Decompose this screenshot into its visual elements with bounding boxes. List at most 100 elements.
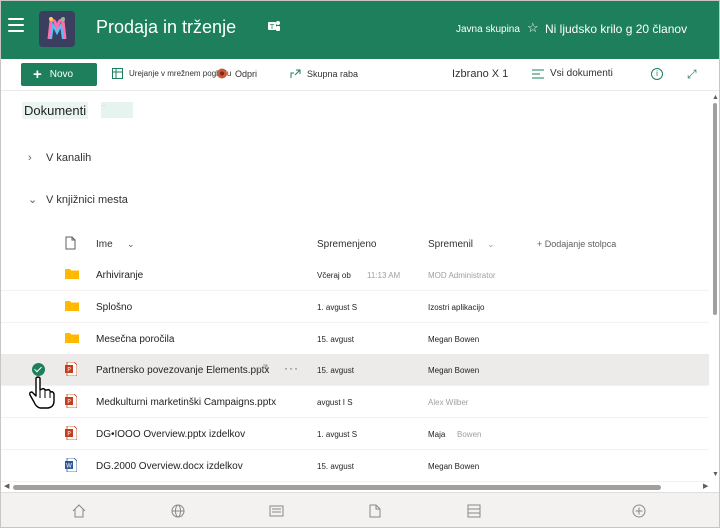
word-icon: W (65, 458, 77, 472)
table-row[interactable]: Arhiviranje Včeraj ob 11:13 AM MOD Admin… (1, 259, 709, 291)
list-icon (532, 69, 544, 78)
group-label: V knjižnici mesta (46, 193, 128, 206)
modified-by[interactable]: Maja (428, 430, 445, 439)
site-logo[interactable] (39, 11, 75, 47)
table-row[interactable]: W DG.2000 Overview.docx izdelkov 15. avg… (1, 450, 709, 482)
lists-icon[interactable] (467, 504, 481, 518)
open-icon (217, 68, 227, 79)
document-icon[interactable] (369, 504, 381, 518)
powerpoint-icon: P (65, 394, 77, 408)
modified-date: 1. avgust S (317, 430, 358, 439)
table-row[interactable]: Splošno 1. avgust S Izostri aplikacijo (1, 291, 709, 323)
add-icon[interactable] (632, 504, 646, 518)
chevron-down-icon[interactable]: ⌄ (127, 239, 135, 250)
file-name[interactable]: DG•IOOO Overview.pptx izdelkov (96, 429, 245, 440)
share-label: Skupna raba (307, 68, 359, 79)
chevron-right-icon: › (28, 152, 32, 164)
group-label: V kanalih (46, 152, 92, 164)
star-icon[interactable]: ☆ (527, 20, 539, 36)
modified-date: 15. avgust (317, 366, 354, 375)
bottom-navigation (1, 492, 719, 527)
share-button[interactable]: Skupna raba (290, 68, 358, 79)
column-name[interactable]: Ime (96, 239, 113, 250)
scrollbar-thumb[interactable] (713, 103, 717, 315)
site-header: Prodaja in trženje T Javna skupina ☆ Ni … (1, 1, 719, 59)
scroll-down-icon[interactable]: ▼ (712, 471, 719, 478)
powerpoint-icon: P (65, 426, 77, 440)
horizontal-scrollbar[interactable]: ◀ ▶ (1, 482, 719, 492)
vertical-scrollbar[interactable]: ▲ ▼ (709, 91, 719, 488)
new-button[interactable]: + Novo (21, 63, 97, 86)
news-icon[interactable] (269, 504, 284, 518)
modified-by[interactable]: Alex Wilber (428, 398, 468, 407)
scrollbar-thumb[interactable] (13, 485, 661, 490)
share-icon[interactable] (257, 363, 268, 374)
scroll-left-icon[interactable]: ◀ (4, 482, 9, 490)
svg-text:P: P (67, 367, 71, 374)
file-type-icon[interactable] (65, 236, 76, 250)
modified-by[interactable]: Megan Bowen (428, 366, 479, 375)
file-name[interactable]: DG.2000 Overview.docx izdelkov (96, 461, 243, 472)
folder-icon (65, 301, 79, 311)
table-row[interactable]: P Medkulturni marketinški Campaigns.pptx… (1, 386, 709, 418)
view-switcher[interactable]: Vsi dokumenti (532, 68, 613, 79)
modified-by[interactable]: Izostri aplikacijo (428, 303, 484, 312)
edit-grid-button[interactable]: Urejanje v mrežnem pogledu (112, 68, 231, 79)
file-name[interactable]: Medkulturni marketinški Campaigns.pptx (96, 397, 276, 408)
folder-icon (65, 269, 79, 279)
modified-by[interactable]: MOD Administrator (428, 271, 496, 280)
grid-icon (112, 68, 123, 79)
expand-icon[interactable]: ⤢ (687, 67, 697, 82)
file-name[interactable]: Partnersko povezovanje Elements.pptx (96, 365, 269, 376)
table-row[interactable]: P DG•IOOO Overview.pptx izdelkov 1. avgu… (1, 418, 709, 450)
modified-by[interactable]: Megan Bowen (428, 335, 479, 344)
view-label: Vsi dokumenti (550, 68, 613, 79)
scroll-up-icon[interactable]: ▲ (712, 94, 719, 101)
info-icon[interactable]: i (651, 68, 663, 80)
sharepoint-window: Prodaja in trženje T Javna skupina ☆ Ni … (0, 0, 720, 528)
teams-icon[interactable]: T (267, 19, 281, 33)
modified-date: 15. avgust (317, 335, 354, 344)
new-button-label: Novo (49, 69, 74, 80)
open-button[interactable]: Odpri (216, 68, 257, 79)
selected-count[interactable]: Izbrano X 1 (452, 68, 508, 80)
command-bar: + Novo Urejanje v mrežnem pogledu Odpri … (1, 59, 719, 91)
chevron-down-icon[interactable]: ⌄ (487, 239, 495, 250)
globe-icon[interactable] (171, 504, 185, 518)
group-visibility: Javna skupina (456, 24, 520, 35)
share-icon (290, 69, 301, 78)
library-title[interactable]: Dokumenti (22, 102, 89, 119)
modified-date: 15. avgust (317, 462, 354, 471)
modified-date: 1. avgust S (317, 303, 358, 312)
column-header-row: Ime ⌄ Spremenjeno Spremenil ⌄ + Dodajanj… (1, 233, 709, 257)
column-add[interactable]: + Dodajanje stolpca (537, 239, 616, 249)
members-count[interactable]: Ni ljudsko krilo g 20 članov (545, 22, 687, 36)
site-title[interactable]: Prodaja in trženje (96, 17, 236, 38)
table-row[interactable]: Mesečna poročila 15. avgust Megan Bowen (1, 323, 709, 355)
hand-cursor-icon (29, 376, 55, 409)
file-name[interactable]: Splošno (96, 302, 132, 313)
scroll-right-icon[interactable]: ▶ (703, 482, 708, 490)
modified-time: 11:13 AM (367, 271, 401, 280)
column-add-label: Dodajanje stolpca (544, 239, 617, 249)
table-row-selected[interactable]: P Partnersko povezovanje Elements.pptx ·… (1, 354, 709, 386)
file-name[interactable]: Arhiviranje (96, 270, 143, 281)
plus-icon: + (33, 66, 42, 83)
powerpoint-icon: P (65, 362, 77, 376)
home-icon[interactable] (72, 504, 86, 518)
group-in-site-library[interactable]: ⌄ V knjižnici mesta (28, 193, 128, 207)
menu-icon[interactable] (8, 18, 24, 32)
more-icon[interactable]: ··· (284, 361, 299, 375)
modified-date: Včeraj ob (317, 271, 351, 280)
column-modified[interactable]: Spremenjeno (317, 239, 376, 250)
checkmark-icon[interactable] (32, 363, 45, 376)
folder-icon (65, 333, 79, 343)
svg-text:P: P (67, 399, 71, 406)
svg-text:T: T (269, 23, 275, 31)
file-name[interactable]: Mesečna poročila (96, 334, 174, 345)
modified-by[interactable]: Megan Bowen (428, 462, 479, 471)
open-label: Odpri (235, 68, 258, 79)
column-modified-by[interactable]: Spremenil (428, 239, 473, 250)
svg-text:P: P (67, 431, 71, 438)
group-in-channels[interactable]: › V kanalih (28, 152, 91, 164)
